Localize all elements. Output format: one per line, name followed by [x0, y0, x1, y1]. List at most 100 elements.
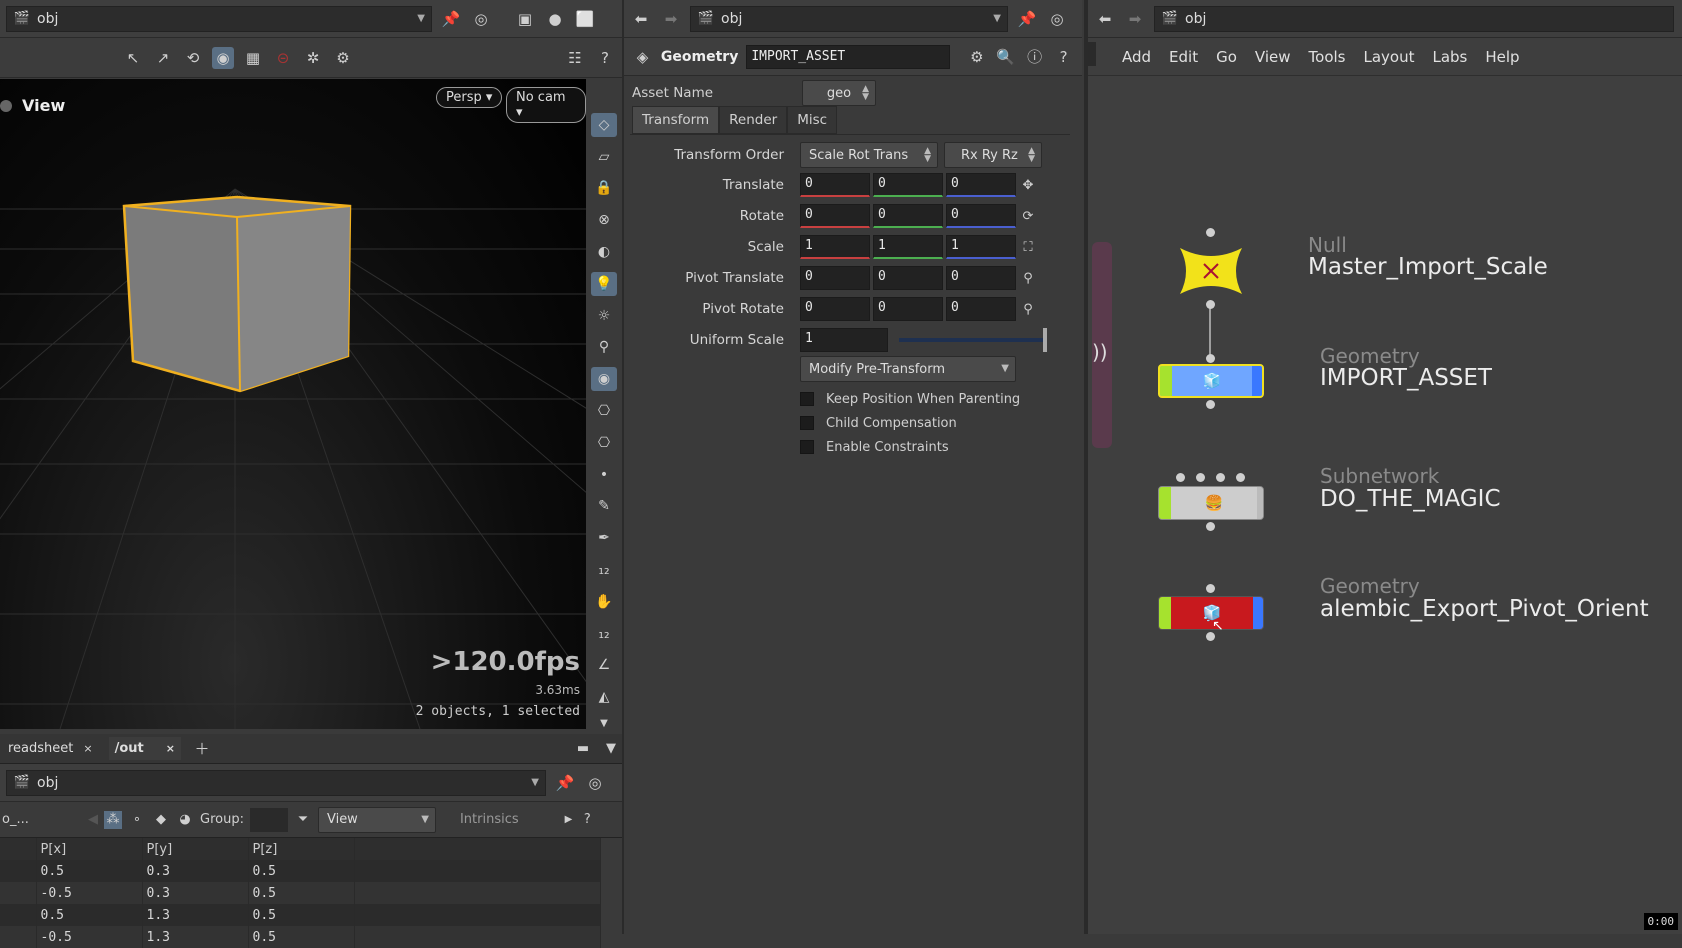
shape-icon[interactable]: ◭: [591, 685, 617, 709]
modify-pretransform-dropdown[interactable]: Modify Pre-Transform ▼: [800, 356, 1016, 382]
output-connector[interactable]: [1206, 522, 1215, 531]
help-icon[interactable]: ?: [1053, 46, 1074, 68]
primitive-numbers-icon[interactable]: ₁₂: [591, 622, 617, 646]
light-icon[interactable]: 💡: [591, 271, 617, 296]
table-row[interactable]: 0.5 0.3 0.5: [0, 860, 601, 882]
3d-viewport[interactable]: View Persp ▾ No cam ▾ >120.0fps 3.63ms 2…: [0, 79, 586, 729]
view-dropdown[interactable]: View ▼: [317, 806, 436, 833]
input-connector[interactable]: [1206, 584, 1215, 593]
pivot-translate-z-field[interactable]: 0: [946, 266, 1016, 290]
network-canvas[interactable]: )) Null Master_Import_Scale 🧊 Geometry I…: [1088, 78, 1682, 934]
scale-z-field[interactable]: 1: [946, 235, 1016, 259]
light-link-icon[interactable]: ⚲: [591, 336, 617, 360]
output-connector[interactable]: [1206, 300, 1215, 309]
column-header[interactable]: P[z]: [248, 838, 355, 860]
chevron-right-icon[interactable]: ▶: [565, 814, 573, 825]
table-row[interactable]: 0.5 1.3 0.5: [0, 904, 601, 926]
translate-y-field[interactable]: 0: [873, 173, 943, 197]
pivot-rotate-y-field[interactable]: 0: [873, 297, 943, 321]
input-connector[interactable]: [1196, 473, 1205, 482]
asset-name-dropdown[interactable]: geo ▲ ▼: [802, 80, 876, 106]
render-flag[interactable]: [1252, 366, 1262, 396]
handle-icon[interactable]: ✥: [1019, 176, 1037, 194]
scale-x-field[interactable]: 1: [800, 235, 870, 259]
display-flag[interactable]: [1160, 366, 1172, 396]
lock-icon[interactable]: 🔒: [591, 177, 617, 201]
uniform-scale-field[interactable]: 1: [800, 328, 888, 352]
rotate-x-field[interactable]: 0: [800, 204, 870, 228]
uniform-scale-slider[interactable]: [899, 328, 1047, 352]
snap-icon[interactable]: ✲: [302, 47, 324, 69]
transform-order-dropdown[interactable]: Scale Rot Trans ▲ ▼: [800, 142, 938, 168]
settings-icon[interactable]: ⚙: [332, 47, 354, 69]
chevron-down-icon[interactable]: ▼: [602, 740, 620, 758]
link-target-icon[interactable]: ◎: [1046, 8, 1068, 30]
menu-help[interactable]: Help: [1485, 48, 1519, 66]
pivot-translate-x-field[interactable]: 0: [800, 266, 870, 290]
input-connector[interactable]: [1206, 228, 1215, 237]
node-master-import-scale[interactable]: [1174, 242, 1248, 300]
pivot-translate-y-field[interactable]: 0: [873, 266, 943, 290]
detail-icon[interactable]: ◕: [176, 811, 194, 829]
square-display-icon[interactable]: ⬜: [574, 8, 596, 30]
pin-icon[interactable]: 📌: [1016, 8, 1038, 30]
camera-view-icon[interactable]: ◉: [591, 367, 617, 392]
persp-menu-button[interactable]: Persp ▾: [436, 87, 503, 108]
column-header[interactable]: P[x]: [36, 838, 143, 860]
vertices-icon[interactable]: ∘: [128, 811, 146, 829]
param-path-field[interactable]: 🎬 obj ▼: [690, 5, 1008, 32]
output-connector[interactable]: [1206, 400, 1215, 409]
chevron-down-icon[interactable]: ▼: [417, 13, 425, 24]
keep-position-checkbox[interactable]: [800, 392, 814, 406]
maximize-icon[interactable]: ▬: [574, 740, 592, 758]
display-flag[interactable]: [1159, 487, 1171, 519]
scale-handle-icon[interactable]: ⛶: [1019, 238, 1037, 256]
enable-constraints-checkbox[interactable]: [800, 440, 814, 454]
camera-icon[interactable]: ⎔: [591, 399, 617, 423]
menu-edit[interactable]: Edit: [1169, 48, 1198, 66]
node-alembic-export[interactable]: 🧊: [1158, 596, 1264, 630]
node-import-asset[interactable]: 🧊: [1158, 364, 1264, 398]
pivot-handle-icon[interactable]: ⚲: [1019, 300, 1037, 318]
back-arrow-icon[interactable]: ⬅: [1094, 8, 1116, 30]
table-row[interactable]: -0.5 1.3 0.5: [0, 926, 601, 948]
tab-spreadsheet[interactable]: readsheet ×: [2, 737, 99, 760]
rotate-y-field[interactable]: 0: [873, 204, 943, 228]
cube-display-icon[interactable]: ▣: [514, 8, 536, 30]
translate-x-field[interactable]: 0: [800, 173, 870, 197]
input-connector[interactable]: [1216, 473, 1225, 482]
pen-icon[interactable]: ✒: [591, 526, 617, 550]
input-connector[interactable]: [1236, 473, 1245, 482]
select-tool-icon[interactable]: ↖: [122, 47, 144, 69]
menu-labs[interactable]: Labs: [1432, 48, 1467, 66]
stop-icon[interactable]: ⊝: [272, 47, 294, 69]
menu-add[interactable]: Add: [1122, 48, 1151, 66]
camera-menu-button[interactable]: No cam ▾: [506, 87, 586, 123]
render-region-icon[interactable]: ▦: [242, 47, 264, 69]
rotate-handle-icon[interactable]: ⟳: [1019, 207, 1037, 225]
tab-out[interactable]: /out ×: [108, 737, 181, 760]
chevron-down-icon[interactable]: ▼: [993, 13, 1001, 24]
sphere-display-icon[interactable]: ●: [544, 8, 566, 30]
tab-misc[interactable]: Misc: [787, 106, 838, 134]
toolbar-options-icon[interactable]: ☷: [564, 47, 586, 69]
filter-icon[interactable]: ⏷: [294, 811, 312, 829]
node-name-field[interactable]: IMPORT_ASSET: [746, 44, 951, 69]
input-connector[interactable]: [1176, 473, 1185, 482]
scene-path-field[interactable]: 🎬 obj ▼: [6, 5, 432, 32]
search-icon[interactable]: 🔍: [995, 46, 1016, 68]
chevron-down-icon[interactable]: ▼: [531, 777, 539, 788]
tab-transform[interactable]: Transform: [632, 106, 720, 134]
headlight-icon[interactable]: ☼: [591, 304, 617, 328]
shading-icon[interactable]: ◐: [591, 240, 617, 264]
pin-icon[interactable]: 📌: [554, 772, 576, 794]
brush-icon[interactable]: ✎: [591, 495, 617, 519]
sheet-path-field[interactable]: 🎬 obj ▼: [6, 769, 546, 796]
point-numbers-icon[interactable]: ₁₂: [591, 558, 617, 582]
construction-plane-icon[interactable]: ▱: [591, 145, 617, 169]
help-icon[interactable]: ?: [578, 811, 596, 829]
back-arrow-icon[interactable]: ⬅: [630, 8, 652, 30]
close-icon[interactable]: ×: [83, 742, 92, 755]
info-icon[interactable]: ⓘ: [1024, 46, 1045, 68]
chevron-down-icon[interactable]: ▼: [591, 717, 617, 729]
